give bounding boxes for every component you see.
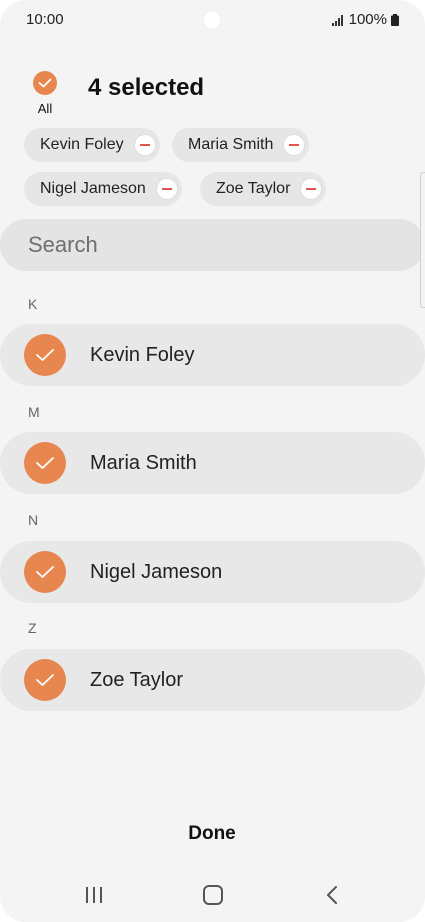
- selected-chip: Nigel Jameson: [24, 172, 182, 206]
- check-icon[interactable]: [24, 442, 66, 484]
- back-icon[interactable]: [302, 870, 362, 920]
- chip-label: Zoe Taylor: [216, 180, 291, 197]
- remove-icon[interactable]: [133, 134, 156, 156]
- contact-name: Zoe Taylor: [90, 669, 184, 691]
- list-item[interactable]: Maria Smith: [0, 432, 425, 494]
- search-input[interactable]: [28, 232, 388, 258]
- section-header: M: [28, 404, 40, 420]
- list-item[interactable]: Nigel Jameson: [0, 541, 425, 603]
- chip-label: Nigel Jameson: [40, 180, 146, 197]
- camera-cutout: [204, 12, 220, 28]
- contact-picker-screen: 10:00 100% All 4 selected Kevin Foley Ma…: [0, 0, 425, 922]
- section-header: N: [28, 512, 39, 528]
- selected-chip: Maria Smith: [172, 128, 310, 162]
- selected-chip: Zoe Taylor: [200, 172, 327, 206]
- list-item[interactable]: Kevin Foley: [0, 324, 425, 386]
- battery-icon: [391, 13, 399, 26]
- chip-label: Kevin Foley: [40, 136, 124, 153]
- section-header: K: [28, 296, 38, 312]
- signal-icon: [331, 14, 343, 26]
- recents-icon[interactable]: [64, 870, 124, 920]
- chip-label: Maria Smith: [188, 136, 274, 153]
- check-icon[interactable]: [24, 551, 66, 593]
- selected-count-title: 4 selected: [88, 74, 205, 101]
- status-indicators: 100%: [331, 11, 399, 28]
- fast-scroll-handle[interactable]: [420, 172, 425, 308]
- contact-name: Maria Smith: [90, 452, 197, 474]
- select-all-toggle[interactable]: All: [32, 71, 58, 116]
- done-button[interactable]: Done: [162, 814, 262, 854]
- search-bar: [0, 219, 425, 271]
- check-icon[interactable]: [24, 334, 66, 376]
- status-time: 10:00: [26, 11, 64, 28]
- contact-name: Kevin Foley: [90, 344, 195, 366]
- home-icon[interactable]: [183, 870, 243, 920]
- battery-percent: 100%: [348, 11, 387, 28]
- remove-icon[interactable]: [283, 134, 306, 156]
- remove-icon[interactable]: [155, 178, 178, 200]
- section-header: Z: [28, 620, 37, 636]
- contact-name: Nigel Jameson: [90, 561, 223, 583]
- selected-chip: Kevin Foley: [24, 128, 160, 162]
- navigation-bar: [0, 870, 425, 922]
- check-icon: [33, 71, 57, 95]
- remove-icon[interactable]: [300, 178, 323, 200]
- status-bar: 10:00 100%: [0, 0, 425, 40]
- list-item[interactable]: Zoe Taylor: [0, 649, 425, 711]
- select-all-label: All: [37, 101, 53, 116]
- check-icon[interactable]: [24, 659, 66, 701]
